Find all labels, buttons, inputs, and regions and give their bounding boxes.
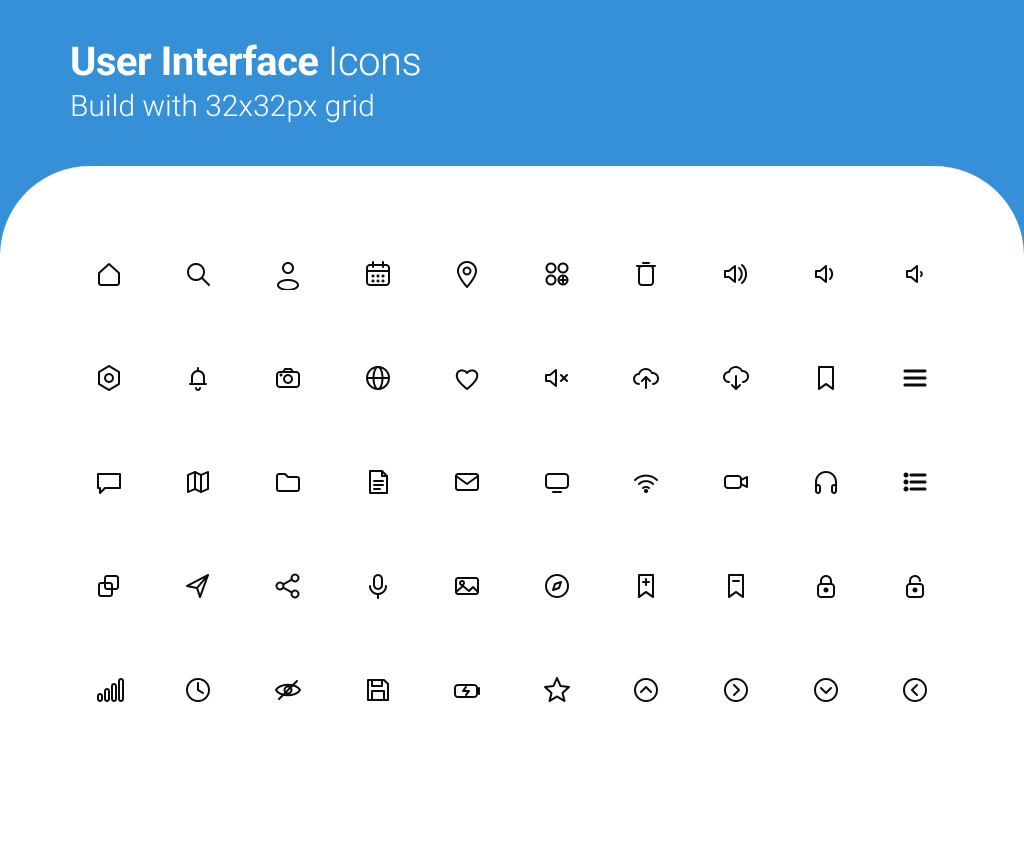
circle-chevron-right-icon xyxy=(716,670,756,710)
heart-icon xyxy=(447,358,487,398)
bookmark-add-icon xyxy=(626,566,666,606)
monitor-icon xyxy=(537,462,577,502)
globe-icon xyxy=(358,358,398,398)
battery-charging-icon xyxy=(447,670,487,710)
page-title: User Interface Icons xyxy=(70,38,954,85)
trash-icon xyxy=(626,254,666,294)
user-icon xyxy=(268,254,308,294)
bookmark-remove-icon xyxy=(716,566,756,606)
title-light: Icons xyxy=(328,38,421,85)
unlock-icon xyxy=(895,566,935,606)
wifi-icon xyxy=(626,462,666,502)
circle-chevron-up-icon xyxy=(626,670,666,710)
cloud-download-icon xyxy=(716,358,756,398)
clock-icon xyxy=(178,670,218,710)
search-icon xyxy=(178,254,218,294)
header: User Interface Icons Build with 32x32px … xyxy=(0,0,1024,142)
circle-chevron-down-icon xyxy=(806,670,846,710)
copy-icon xyxy=(89,566,129,606)
compass-icon xyxy=(537,566,577,606)
calendar-icon xyxy=(358,254,398,294)
volume-high-icon xyxy=(716,254,756,294)
bookmark-icon xyxy=(806,358,846,398)
bell-icon xyxy=(178,358,218,398)
star-icon xyxy=(537,670,577,710)
icon-grid xyxy=(64,222,960,742)
circle-chevron-left-icon xyxy=(895,670,935,710)
cloud-upload-icon xyxy=(626,358,666,398)
apps-add-icon xyxy=(537,254,577,294)
icon-panel xyxy=(0,166,1024,866)
chat-icon xyxy=(89,462,129,502)
send-icon xyxy=(178,566,218,606)
settings-hex-icon xyxy=(89,358,129,398)
save-icon xyxy=(358,670,398,710)
volume-low-icon xyxy=(895,254,935,294)
title-bold: User Interface xyxy=(70,38,319,85)
volume-medium-icon xyxy=(806,254,846,294)
map-icon xyxy=(178,462,218,502)
mail-icon xyxy=(447,462,487,502)
subtitle: Build with 32x32px grid xyxy=(70,89,954,124)
location-pin-icon xyxy=(447,254,487,294)
image-icon xyxy=(447,566,487,606)
eye-off-icon xyxy=(268,670,308,710)
menu-lines-icon xyxy=(895,358,935,398)
microphone-icon xyxy=(358,566,398,606)
list-bullets-icon xyxy=(895,462,935,502)
share-icon xyxy=(268,566,308,606)
document-icon xyxy=(358,462,398,502)
volume-mute-icon xyxy=(537,358,577,398)
camera-icon xyxy=(268,358,308,398)
home-icon xyxy=(89,254,129,294)
folder-icon xyxy=(268,462,308,502)
lock-icon xyxy=(806,566,846,606)
video-camera-icon xyxy=(716,462,756,502)
signal-bars-icon xyxy=(89,670,129,710)
headphones-icon xyxy=(806,462,846,502)
